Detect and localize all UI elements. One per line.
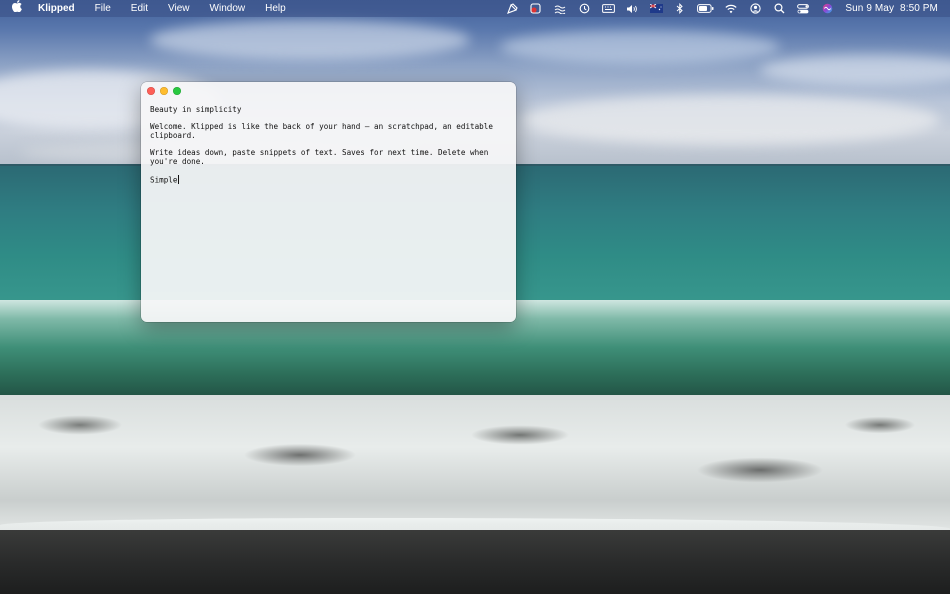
clock-date: Sun 9 May xyxy=(845,3,895,14)
close-button[interactable] xyxy=(147,87,155,95)
app-menu-klipped[interactable]: Klipped xyxy=(34,3,85,14)
clock-time: 8:50 PM xyxy=(900,3,938,14)
editor-line-current: Simple xyxy=(150,174,508,185)
menu-view[interactable]: View xyxy=(158,0,200,17)
control-center-icon[interactable] xyxy=(796,3,810,14)
zoom-button[interactable] xyxy=(173,87,181,95)
menu-help[interactable]: Help xyxy=(255,0,296,17)
waves-icon[interactable] xyxy=(553,3,567,14)
editor-line: Welcome. Klipped is like the back of you… xyxy=(150,122,498,140)
keyboard-icon[interactable] xyxy=(601,3,615,14)
menu-edit[interactable]: Edit xyxy=(121,0,158,17)
user-circle-icon[interactable] xyxy=(748,3,762,14)
battery-icon[interactable] xyxy=(697,3,714,14)
menu-bar: Klipped File Edit View Window Help Sun 9… xyxy=(0,0,950,17)
cloud xyxy=(500,30,780,64)
editor-line: Beauty in simplicity xyxy=(150,105,242,114)
search-icon[interactable] xyxy=(772,3,786,14)
volume-icon[interactable] xyxy=(625,3,639,14)
beach xyxy=(0,530,950,594)
pen-tool-icon[interactable] xyxy=(505,3,519,14)
text-cursor xyxy=(177,174,179,184)
text-editor[interactable]: Beauty in simplicity Welcome. Klipped is… xyxy=(150,105,508,193)
menu-window[interactable]: Window xyxy=(200,0,256,17)
klipped-window[interactable]: Beauty in simplicity Welcome. Klipped is… xyxy=(141,82,516,322)
bluetooth-icon[interactable] xyxy=(673,3,687,14)
menubar-clock[interactable]: Sun 9 May 8:50 PM xyxy=(845,3,938,14)
cloud xyxy=(150,20,470,60)
clock-history-icon[interactable] xyxy=(577,3,591,14)
editor-current-text: Simple xyxy=(150,175,178,185)
menu-file[interactable]: File xyxy=(85,0,121,17)
editor-line: Write ideas down, paste snippets of text… xyxy=(150,147,493,166)
minimize-button[interactable] xyxy=(160,87,168,95)
flag-icon[interactable] xyxy=(649,3,663,14)
siri-icon[interactable] xyxy=(820,3,834,14)
wifi-icon[interactable] xyxy=(724,3,738,14)
apple-icon[interactable] xyxy=(0,0,34,17)
window-controls xyxy=(147,87,186,95)
app-badge-icon[interactable] xyxy=(529,3,543,14)
cloud xyxy=(520,95,940,145)
